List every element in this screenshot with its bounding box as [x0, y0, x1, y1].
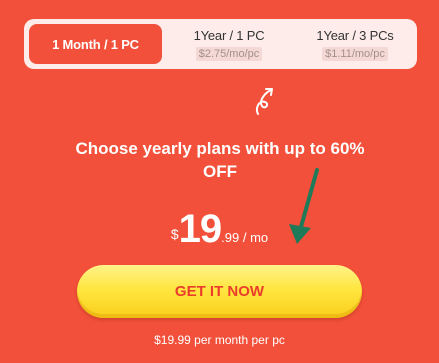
price-fraction: .99 / mo — [221, 230, 269, 245]
tab-price: $1.11/mo/pc — [322, 46, 388, 61]
price-display: $19.99 / mo — [0, 207, 439, 252]
plan-switcher: 1 Month / 1 PC 1Year / 1 PC $2.75/mo/pc … — [24, 19, 417, 69]
tab-price: $2.75/mo/pc — [195, 46, 263, 61]
price-footnote: $19.99 per month per pc — [154, 333, 285, 347]
price-currency: $ — [170, 226, 179, 242]
curly-arrow-icon — [255, 88, 273, 115]
tab-1-year-3-pcs[interactable]: 1Year / 3 PCs $1.11/mo/pc — [296, 19, 414, 69]
tab-title: 1Year / 1 PC — [193, 27, 265, 43]
tab-1-month-1-pc[interactable]: 1 Month / 1 PC — [29, 24, 162, 64]
tab-title: 1Year / 3 PCs — [316, 27, 394, 43]
price-whole: 19 — [178, 207, 222, 251]
tab-1-year-1-pc[interactable]: 1Year / 1 PC $2.75/mo/pc — [164, 19, 294, 69]
get-it-now-button[interactable]: GET IT NOW — [77, 265, 362, 318]
tab-title: 1 Month / 1 PC — [52, 36, 139, 52]
headline: Choose yearly plans with up to 60% OFF — [75, 139, 365, 181]
